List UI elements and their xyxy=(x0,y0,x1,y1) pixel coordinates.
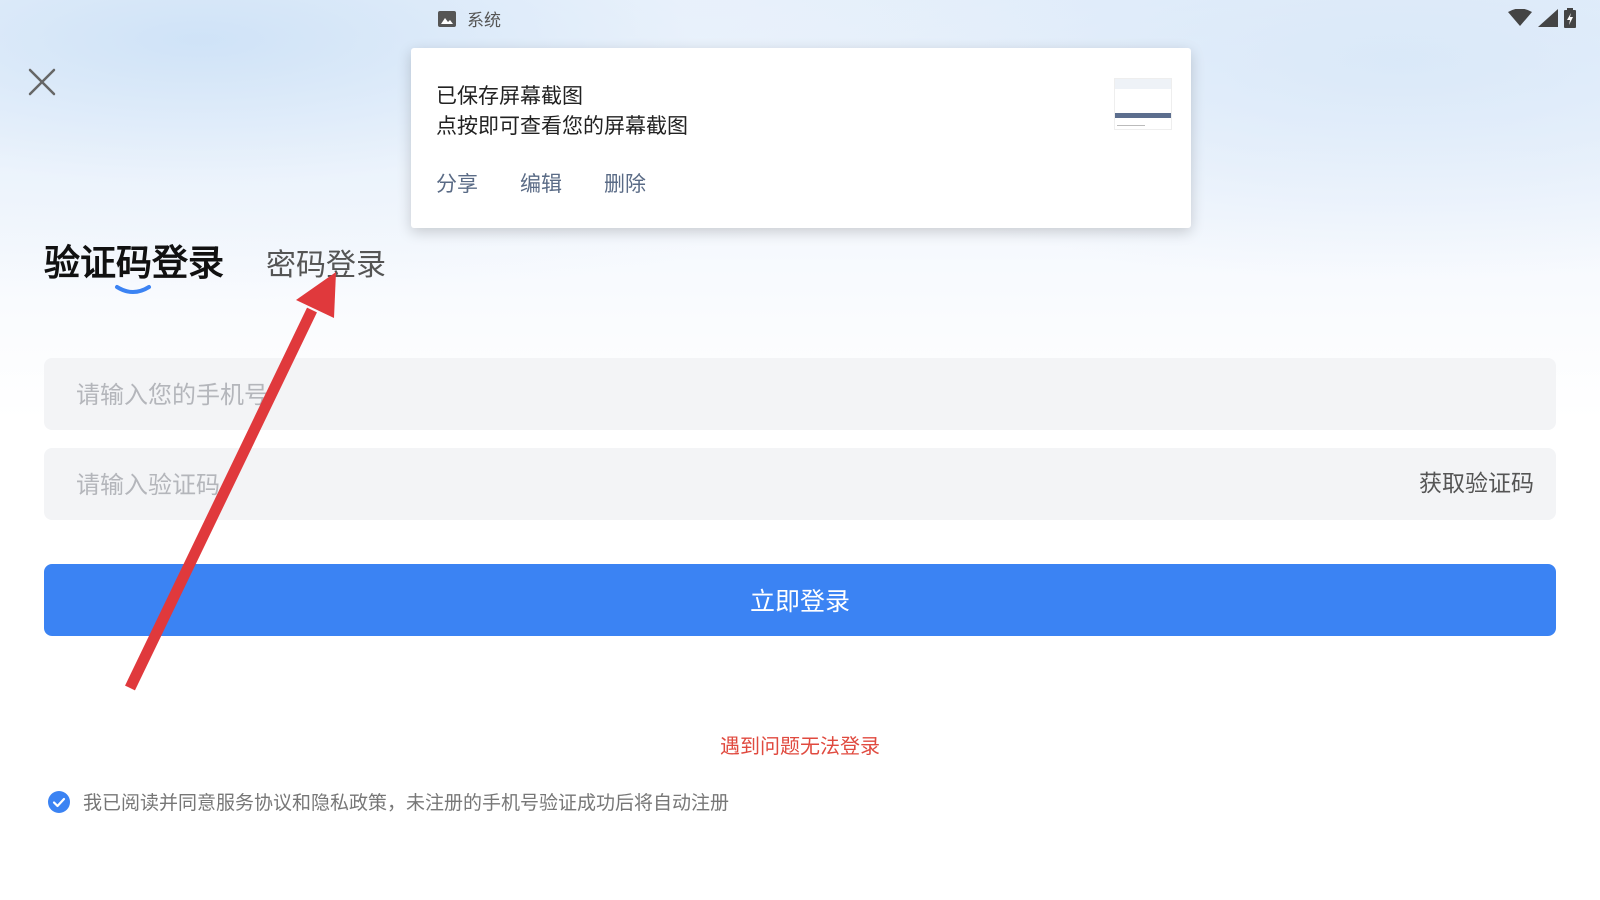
trouble-login-link[interactable]: 遇到问题无法登录 xyxy=(720,734,880,758)
thumbnail-text xyxy=(1117,125,1145,126)
signal-icon xyxy=(1538,9,1558,27)
agreement-checkbox[interactable] xyxy=(47,790,71,814)
agreement-text: 我已阅读并同意服务协议和隐私政策，未注册的手机号验证成功后将自动注册 xyxy=(83,792,730,814)
tab-active-indicator xyxy=(115,285,151,294)
status-app-label: 系统 xyxy=(467,11,501,31)
close-icon xyxy=(28,68,56,96)
verification-code-input[interactable] xyxy=(74,448,1278,522)
image-icon xyxy=(438,10,456,27)
login-button[interactable]: 立即登录 xyxy=(44,564,1556,636)
tab-sms-login-label: 验证码登录 xyxy=(44,243,225,284)
battery-icon xyxy=(1564,8,1576,28)
wifi-icon xyxy=(1508,9,1532,26)
login-tabs: 验证码登录 密码登录 xyxy=(44,234,386,294)
screenshot-notification[interactable]: 已保存屏幕截图 点按即可查看您的屏幕截图 分享 编辑 删除 xyxy=(411,48,1191,228)
code-field: 获取验证码 xyxy=(44,448,1556,522)
screenshot-thumbnail[interactable] xyxy=(1114,78,1172,130)
share-button[interactable]: 分享 xyxy=(436,168,478,198)
phone-field xyxy=(44,358,1556,432)
notification-title: 已保存屏幕截图 xyxy=(436,84,583,108)
thumbnail-button xyxy=(1115,113,1171,118)
tab-password-login[interactable]: 密码登录 xyxy=(266,240,386,286)
trouble-section: 遇到问题无法登录 xyxy=(0,730,1600,759)
thumbnail-header xyxy=(1115,79,1171,89)
notification-actions: 分享 编辑 删除 xyxy=(436,168,646,198)
edit-button[interactable]: 编辑 xyxy=(520,168,562,198)
close-button[interactable] xyxy=(24,64,60,100)
get-code-button[interactable]: 获取验证码 xyxy=(1419,448,1534,520)
status-icons xyxy=(1508,8,1576,28)
status-notification: 系统 xyxy=(437,6,501,31)
phone-input[interactable] xyxy=(74,358,1278,432)
agreement-row: 我已阅读并同意服务协议和隐私政策，未注册的手机号验证成功后将自动注册 xyxy=(47,788,729,815)
status-bar: 系统 xyxy=(0,0,1600,36)
notification-subtitle: 点按即可查看您的屏幕截图 xyxy=(436,114,688,138)
delete-button[interactable]: 删除 xyxy=(604,168,646,198)
tab-sms-login[interactable]: 验证码登录 xyxy=(44,234,225,294)
